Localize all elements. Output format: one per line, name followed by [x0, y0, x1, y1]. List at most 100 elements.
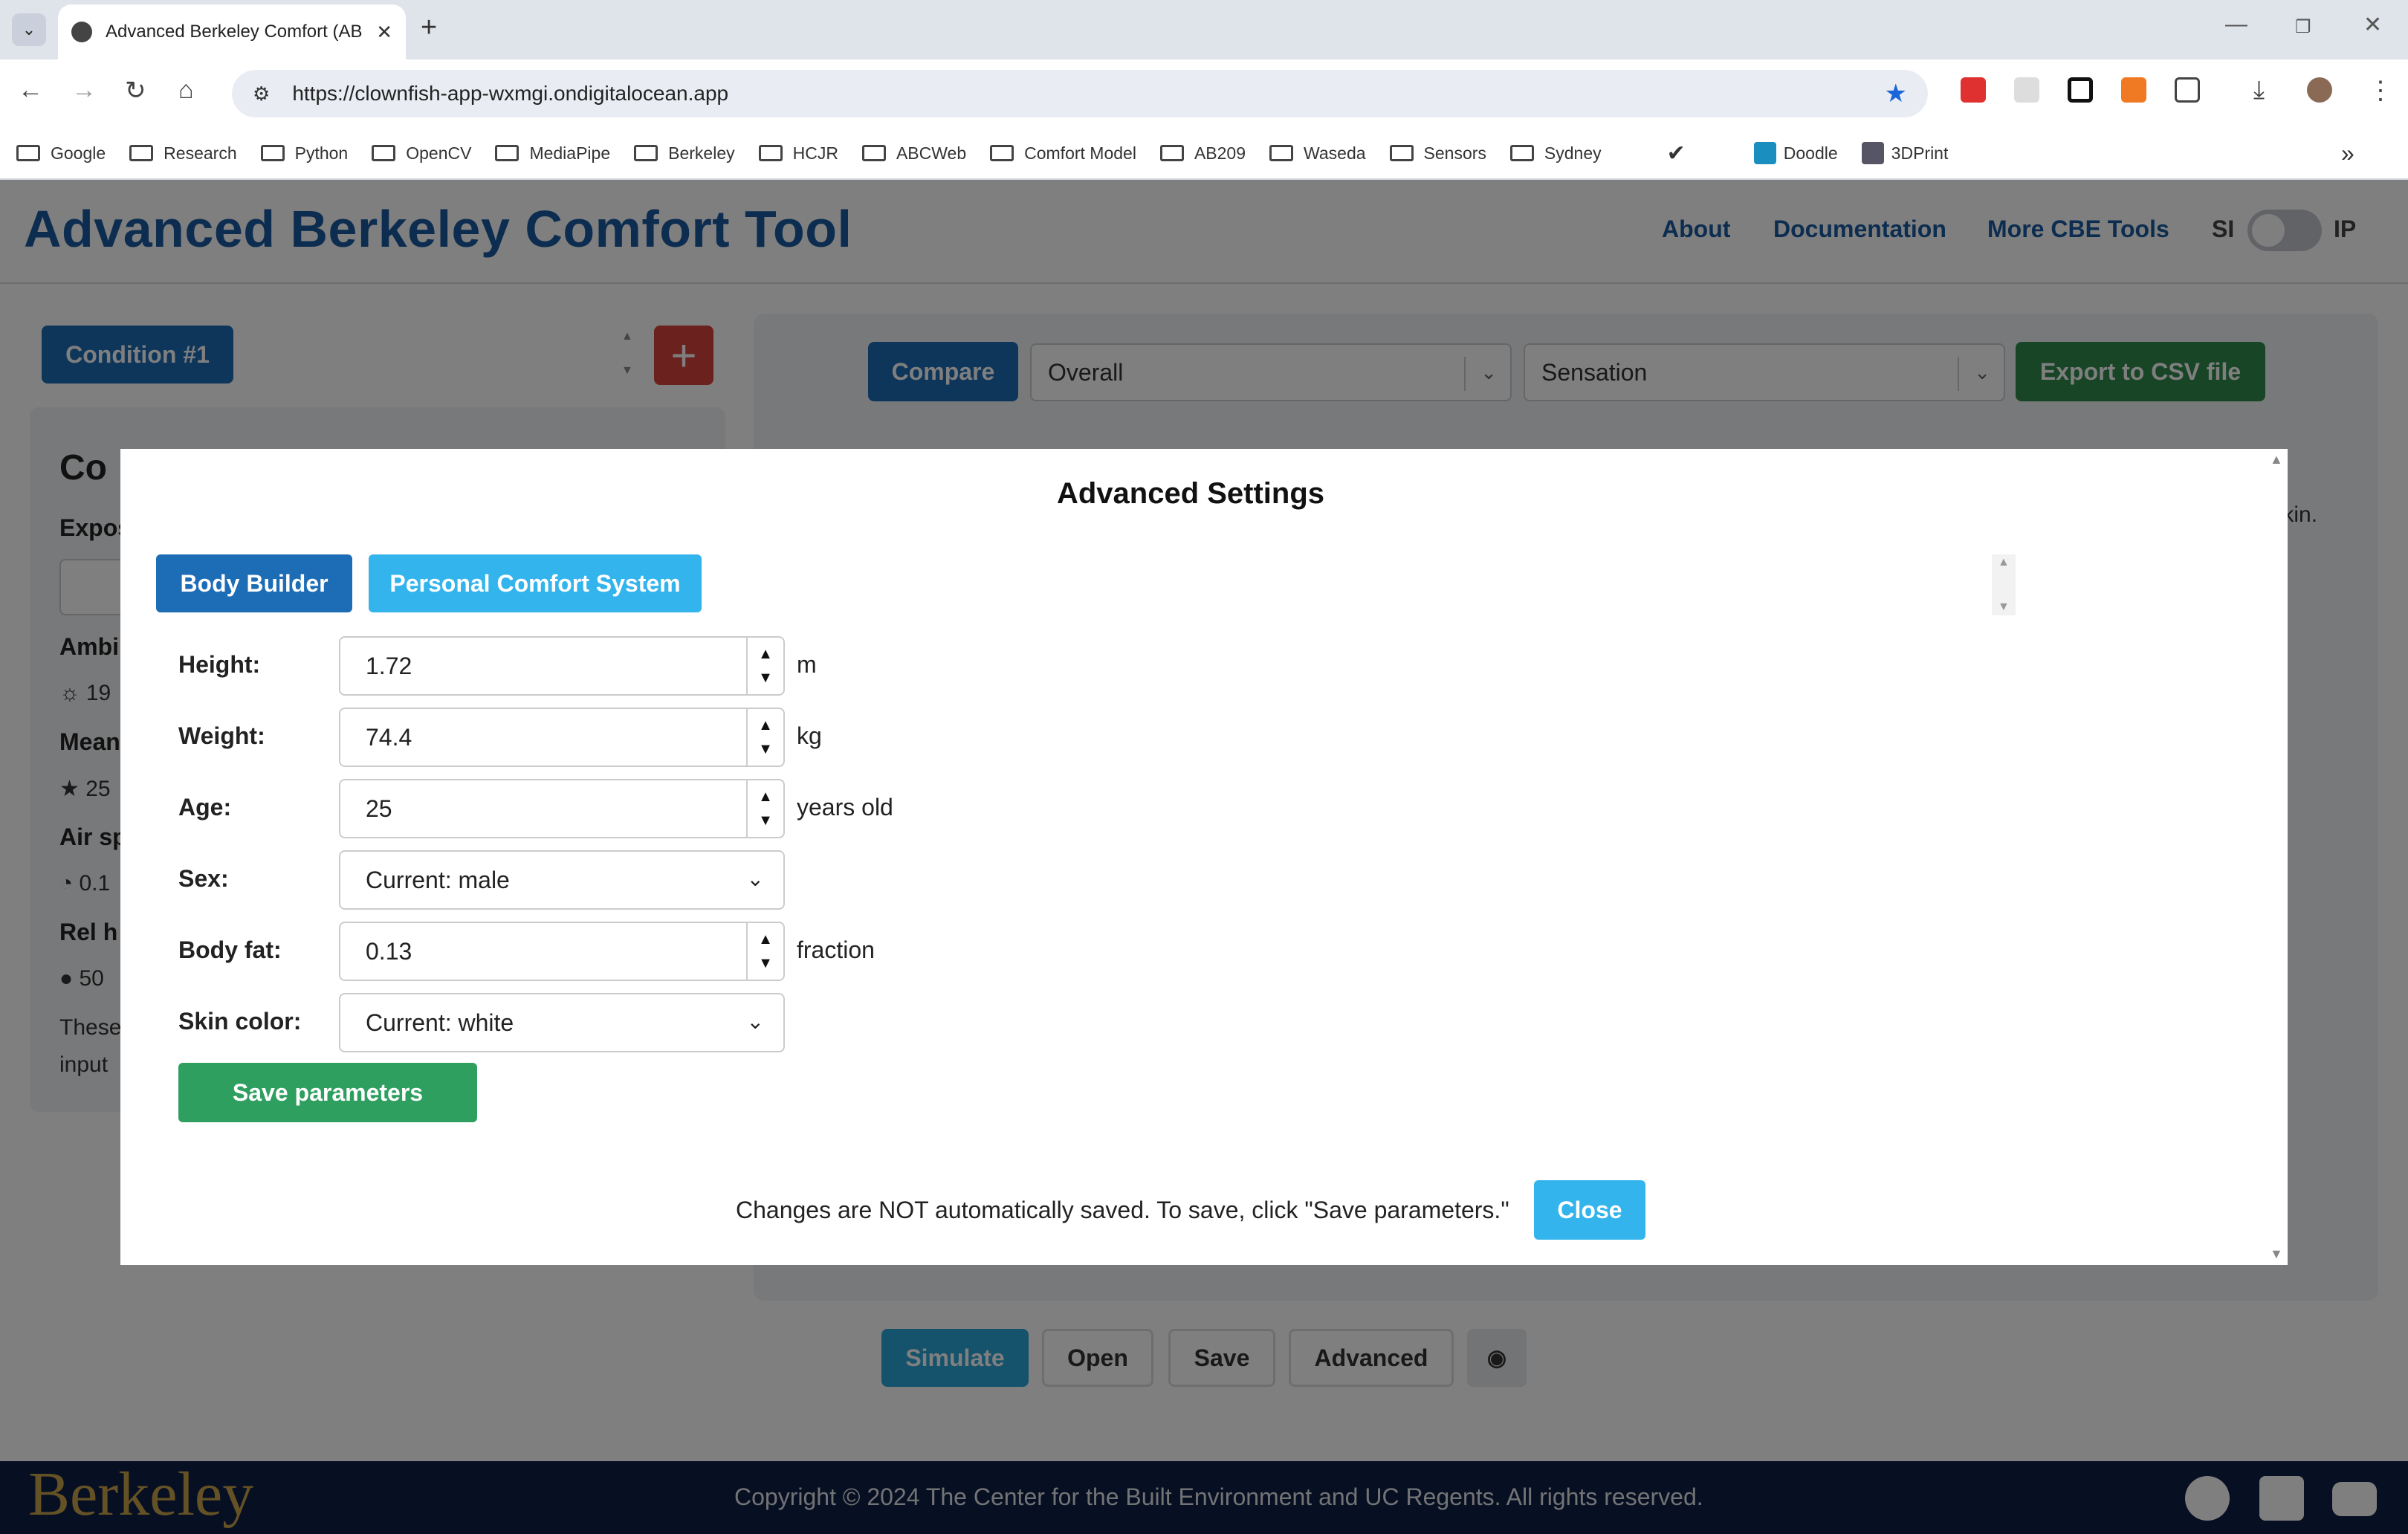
folder-icon	[372, 145, 396, 161]
folder-icon	[1509, 145, 1534, 161]
increment-icon[interactable]: ▲	[758, 928, 773, 951]
folder-icon	[1389, 145, 1414, 161]
weight-stepper[interactable]: ▲ ▼	[746, 709, 783, 766]
age-unit: years old	[797, 794, 893, 821]
tab-personal-comfort-system[interactable]: Personal Comfort System	[369, 554, 702, 612]
bookmark-folder[interactable]: Python	[260, 143, 348, 164]
folder-icon	[1159, 145, 1184, 161]
folder-icon	[634, 145, 658, 161]
site-info-icon[interactable]: ⚙	[253, 82, 270, 106]
bookmark-folder[interactable]: Research	[129, 143, 237, 164]
chevron-down-icon: ⌄	[746, 867, 764, 890]
decrement-icon[interactable]: ▼	[758, 737, 773, 761]
reload-icon[interactable]: ↻	[125, 76, 146, 106]
bookmark-link[interactable]: 3DPrint	[1861, 142, 1948, 164]
decrement-icon[interactable]: ▼	[758, 951, 773, 975]
unsaved-changes-note: Changes are NOT automatically saved. To …	[736, 1197, 1509, 1223]
forward-icon[interactable]: →	[71, 76, 97, 105]
extensions-puzzle-icon[interactable]	[2175, 77, 2200, 103]
body-fat-input[interactable]: 0.13 ▲ ▼	[339, 922, 785, 981]
scroll-down-icon[interactable]: ▼	[2270, 1246, 2283, 1262]
tabs-scrollbar[interactable]: ▲ ▼	[1992, 554, 2016, 615]
body-fat-unit: fraction	[797, 936, 875, 963]
bookmark-folder[interactable]: AB209	[1159, 143, 1246, 164]
bookmark-folder[interactable]: Sensors	[1389, 143, 1486, 164]
weight-unit: kg	[797, 722, 822, 749]
age-stepper[interactable]: ▲ ▼	[746, 780, 783, 837]
bookmark-star-icon[interactable]: ★	[1885, 79, 1907, 109]
age-input[interactable]: 25 ▲ ▼	[339, 779, 785, 838]
age-label: Age:	[178, 794, 232, 821]
scroll-down-icon[interactable]: ▼	[1998, 601, 2010, 614]
skin-color-select[interactable]: Current: white ⌄	[339, 993, 785, 1052]
tab-title: Advanced Berkeley Comfort (AB	[106, 22, 363, 42]
profile-avatar[interactable]	[2307, 77, 2332, 103]
scroll-up-icon[interactable]: ▲	[1998, 556, 2010, 569]
folder-icon	[129, 145, 154, 161]
folder-icon	[260, 145, 285, 161]
folder-icon	[16, 145, 40, 161]
close-button[interactable]: Close	[1534, 1180, 1645, 1240]
check-icon[interactable]: ✔	[1667, 140, 1686, 166]
increment-icon[interactable]: ▲	[758, 785, 773, 809]
folder-icon	[1269, 145, 1294, 161]
body-fat-stepper[interactable]: ▲ ▼	[746, 923, 783, 980]
body-fat-label: Body fat:	[178, 936, 282, 963]
extension-icon[interactable]	[1961, 77, 1986, 103]
folder-icon	[990, 145, 1014, 161]
weight-label: Weight:	[178, 722, 265, 749]
bookmark-folder[interactable]: Sydney	[1509, 143, 1602, 164]
download-icon[interactable]: ⤓	[2253, 76, 2265, 105]
tab-search-button[interactable]: ⌄	[12, 13, 46, 46]
bookmark-folder[interactable]: OpenCV	[372, 143, 471, 164]
advanced-settings-modal: Advanced Settings ▲ ▼ Body Builder Person…	[120, 449, 2288, 1265]
address-bar[interactable]: ⚙ https://clownfish-app-wxmgi.ondigitalo…	[232, 70, 1928, 117]
doodle-icon	[1753, 142, 1776, 164]
back-icon[interactable]: ←	[18, 76, 43, 105]
tab-close-icon[interactable]: ✕	[376, 21, 392, 44]
height-stepper[interactable]: ▲ ▼	[746, 638, 783, 694]
bookmark-folder[interactable]: MediaPipe	[495, 143, 610, 164]
menu-icon[interactable]: ⋮	[2368, 76, 2393, 106]
decrement-icon[interactable]: ▼	[758, 666, 773, 690]
bookmark-folder[interactable]: HCJR	[758, 143, 838, 164]
bookmark-folder[interactable]: Google	[16, 143, 106, 164]
new-tab-button[interactable]: +	[421, 12, 437, 44]
bookmark-folder[interactable]: ABCWeb	[861, 143, 966, 164]
extension-icon[interactable]	[2068, 77, 2093, 103]
height-unit: m	[797, 651, 817, 678]
sex-label: Sex:	[178, 865, 229, 892]
sex-select[interactable]: Current: male ⌄	[339, 850, 785, 910]
scroll-up-icon[interactable]: ▲	[2270, 452, 2283, 467]
window-close-icon[interactable]: ✕	[2363, 12, 2382, 38]
modal-scrollbar[interactable]: ▲ ▼	[2264, 449, 2288, 1265]
chevron-down-icon: ⌄	[746, 1010, 764, 1033]
bookmark-link[interactable]: Doodle	[1741, 142, 1838, 164]
3dprint-icon	[1861, 142, 1884, 164]
browser-tab[interactable]: Advanced Berkeley Comfort (AB ✕	[58, 4, 406, 59]
decrement-icon[interactable]: ▼	[758, 809, 773, 832]
bookmark-folder[interactable]: Comfort Model	[990, 143, 1136, 164]
minimize-icon[interactable]: —	[2225, 12, 2247, 37]
tab-favicon-icon	[71, 22, 92, 42]
home-icon[interactable]: ⌂	[178, 76, 194, 105]
restore-icon[interactable]: ❐	[2295, 16, 2311, 38]
weight-input[interactable]: 74.4 ▲ ▼	[339, 708, 785, 767]
bookmark-folder[interactable]: Berkeley	[634, 143, 735, 164]
tab-body-builder[interactable]: Body Builder	[156, 554, 352, 612]
increment-icon[interactable]: ▲	[758, 713, 773, 737]
extension-icon[interactable]	[2121, 77, 2146, 103]
more-bookmarks-icon[interactable]: »	[2341, 140, 2354, 167]
increment-icon[interactable]: ▲	[758, 642, 773, 666]
extension-icon[interactable]	[2014, 77, 2039, 103]
height-label: Height:	[178, 651, 261, 678]
bookmark-folder[interactable]: Waseda	[1269, 143, 1366, 164]
bookmarks-bar: Google Research Python OpenCV MediaPipe …	[0, 128, 2408, 180]
save-parameters-button[interactable]: Save parameters	[178, 1063, 477, 1122]
folder-icon	[758, 145, 783, 161]
folder-icon	[861, 145, 886, 161]
folder-icon	[495, 145, 520, 161]
skin-color-label: Skin color:	[178, 1008, 302, 1035]
url-text: https://clownfish-app-wxmgi.ondigitaloce…	[292, 82, 729, 105]
height-input[interactable]: 1.72 ▲ ▼	[339, 636, 785, 696]
